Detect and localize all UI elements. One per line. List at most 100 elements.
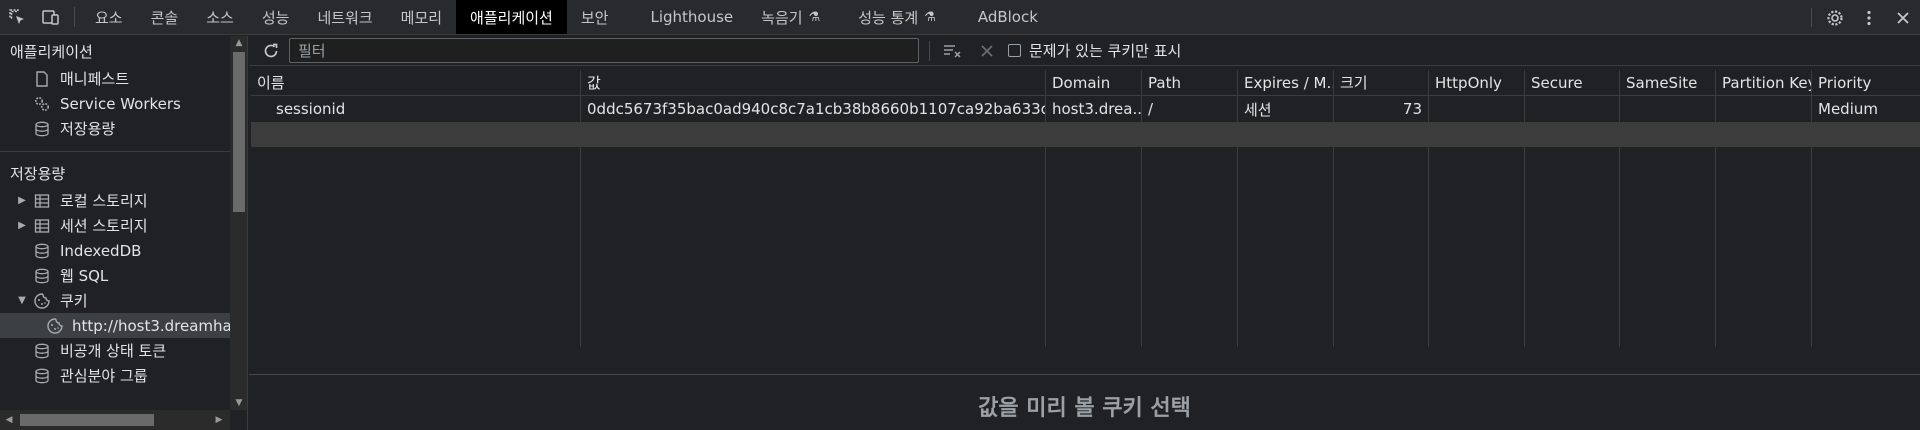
cell-path[interactable]: / (1142, 96, 1238, 122)
empty-cell[interactable] (1716, 122, 1812, 147)
scroll-down-arrow-icon[interactable]: ▼ (230, 396, 247, 410)
cell-secure[interactable] (1525, 96, 1620, 122)
devtools-tab-bar: 요소 콘솔 소스 성능 네트워크 메모리 애플리케이션 보안 Lighthous… (0, 0, 1920, 35)
delete-selected-icon[interactable] (974, 39, 1000, 63)
cell-name[interactable]: sessionid (251, 96, 581, 122)
tab-label: 메모리 (400, 8, 443, 27)
close-devtools-icon[interactable] (1886, 0, 1920, 35)
table-grid-icon (32, 191, 52, 211)
more-options-icon[interactable] (1852, 0, 1886, 35)
cell-size[interactable]: 73 (1334, 96, 1429, 122)
document-icon (32, 69, 52, 89)
expand-arrow-icon[interactable]: ▶ (16, 220, 28, 231)
tab-recorder[interactable]: 녹음기 ⚗ (747, 0, 844, 34)
cell-domain[interactable]: host3.drea... (1046, 96, 1142, 122)
column-filler (1046, 147, 1142, 347)
column-header-value[interactable]: 값 (581, 70, 1046, 95)
tab-label: 녹음기 (761, 8, 803, 27)
scrollbar-thumb[interactable] (233, 52, 245, 212)
column-header-domain[interactable]: Domain (1046, 70, 1142, 95)
checkbox-box[interactable] (1008, 44, 1021, 57)
scroll-left-arrow-icon[interactable]: ◀ (0, 410, 18, 430)
empty-cell[interactable] (251, 122, 581, 147)
tab-network[interactable]: 네트워크 (303, 0, 386, 34)
collapse-arrow-icon[interactable]: ▼ (16, 295, 28, 306)
cell-expires[interactable]: 세션 (1238, 96, 1334, 122)
tab-elements[interactable]: 요소 (81, 0, 137, 34)
empty-cell[interactable] (1142, 122, 1238, 147)
column-header-expires[interactable]: Expires / M... (1238, 70, 1334, 95)
cell-priority[interactable]: Medium (1812, 96, 1920, 122)
cell-httponly[interactable] (1429, 96, 1525, 122)
column-header-secure[interactable]: Secure (1525, 70, 1620, 95)
empty-cell[interactable] (1334, 122, 1429, 147)
empty-cell[interactable] (1620, 122, 1716, 147)
column-header-priority[interactable]: Priority (1812, 70, 1920, 95)
tab-lighthouse[interactable]: Lighthouse (636, 0, 747, 34)
table-row-empty-selected[interactable] (251, 122, 1920, 147)
sidebar-item-label: 웹 SQL (60, 267, 109, 285)
column-header-samesite[interactable]: SameSite (1620, 70, 1716, 95)
column-header-size[interactable]: 크기 (1334, 70, 1429, 95)
sidebar-item-interest-groups[interactable]: 관심분야 그룹 (0, 363, 230, 388)
column-header-httponly[interactable]: HttpOnly (1429, 70, 1525, 95)
device-toolbar-icon[interactable] (34, 0, 68, 34)
sidebar-item-storage[interactable]: 저장용량 (0, 116, 230, 141)
column-header-partition-key[interactable]: Partition Key (1716, 70, 1812, 95)
expand-arrow-icon[interactable]: ▶ (16, 195, 28, 206)
sidebar-horizontal-scrollbar[interactable]: ◀ ▶ (0, 410, 230, 430)
tab-application[interactable]: 애플리케이션 (456, 0, 567, 34)
sidebar-item-cookies[interactable]: ▼ 쿠키 (0, 288, 230, 313)
tab-label: 애플리케이션 (470, 8, 553, 27)
sidebar-item-web-sql[interactable]: 웹 SQL (0, 263, 230, 288)
sidebar-vertical-scrollbar[interactable]: ▲ ▼ (230, 36, 247, 410)
tab-sources[interactable]: 소스 (192, 0, 248, 34)
settings-gear-icon[interactable] (1818, 0, 1852, 35)
column-filler (1238, 147, 1334, 347)
scroll-up-arrow-icon[interactable]: ▲ (230, 36, 247, 50)
empty-cell[interactable] (1525, 122, 1620, 147)
refresh-icon[interactable] (259, 39, 283, 63)
empty-cell[interactable] (1046, 122, 1142, 147)
empty-cell[interactable] (581, 122, 1046, 147)
column-filler (1812, 147, 1920, 347)
inspect-element-icon[interactable] (0, 0, 34, 34)
cell-samesite[interactable] (1620, 96, 1716, 122)
sidebar-item-session-storage[interactable]: ▶ 세션 스토리지 (0, 213, 230, 238)
sidebar-item-manifest[interactable]: 매니페스트 (0, 66, 230, 91)
toolbar-divider (1811, 8, 1812, 27)
only-issues-checkbox[interactable]: 문제가 있는 쿠키만 표시 (1008, 40, 1181, 61)
sidebar-item-cookie-origin[interactable]: http://host3.dreamhack (0, 313, 247, 338)
tab-label: AdBlock (977, 8, 1038, 26)
empty-cell[interactable] (1429, 122, 1525, 147)
tab-performance-insights[interactable]: 성능 통계 ⚗ (844, 0, 964, 34)
database-icon (32, 266, 52, 286)
sidebar-item-service-workers[interactable]: Service Workers (0, 91, 230, 116)
scroll-right-arrow-icon[interactable]: ▶ (210, 410, 228, 430)
column-filler (1142, 147, 1238, 347)
table-header: 이름 값 Domain Path Expires / M... 크기 HttpO… (251, 70, 1920, 96)
tab-performance[interactable]: 성능 (248, 0, 304, 34)
column-header-name[interactable]: 이름 (251, 70, 581, 95)
cell-partition-key[interactable] (1716, 96, 1812, 122)
tab-adblock[interactable]: AdBlock (964, 0, 1052, 34)
cookie-icon (32, 291, 52, 311)
sidebar-item-label: 로컬 스토리지 (60, 192, 148, 210)
scrollbar-thumb[interactable] (20, 414, 154, 426)
empty-cell[interactable] (1238, 122, 1334, 147)
empty-cell[interactable] (1812, 122, 1920, 147)
cell-value[interactable]: 0ddc5673f35bac0ad940c8c7a1cb38b8660b1107… (581, 96, 1046, 122)
cookies-table: 이름 값 Domain Path Expires / M... 크기 HttpO… (251, 70, 1920, 373)
clear-all-icon[interactable] (940, 39, 966, 63)
table-row[interactable]: sessionid 0ddc5673f35bac0ad940c8c7a1cb38… (251, 96, 1920, 122)
sidebar-item-private-state-tokens[interactable]: 비공개 상태 토큰 (0, 338, 230, 363)
database-icon (32, 241, 52, 261)
sidebar-item-label: http://host3.dreamhack (72, 316, 248, 335)
sidebar-item-local-storage[interactable]: ▶ 로컬 스토리지 (0, 188, 230, 213)
tab-security[interactable]: 보안 (567, 0, 637, 34)
filter-input[interactable] (289, 38, 919, 63)
column-header-path[interactable]: Path (1142, 70, 1238, 95)
sidebar-item-indexeddb[interactable]: IndexedDB (0, 238, 230, 263)
tab-console[interactable]: 콘솔 (137, 0, 193, 34)
tab-memory[interactable]: 메모리 (387, 0, 456, 34)
